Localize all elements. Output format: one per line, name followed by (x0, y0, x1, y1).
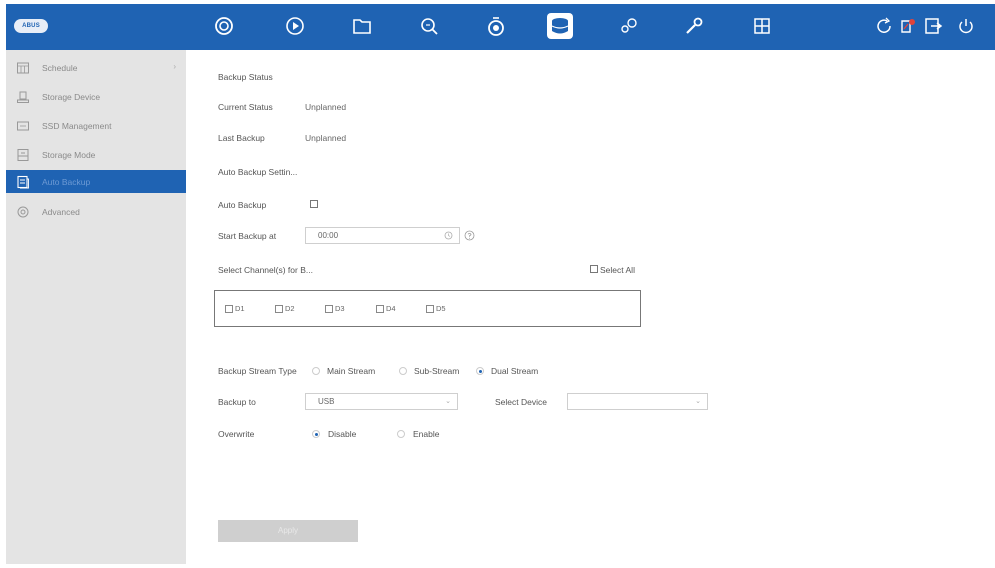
start-backup-label: Start Backup at (218, 231, 277, 241)
select-all-label: Select All (600, 265, 635, 275)
start-backup-time-value: 00:00 (318, 231, 339, 240)
file-icon[interactable] (350, 14, 374, 38)
channel-label: D3 (335, 304, 345, 313)
storage-mode-icon (16, 148, 30, 162)
auto-backup-settings-heading: Auto Backup Settin... (218, 167, 298, 177)
sidebar-item-label: Advanced (42, 206, 80, 217)
sidebar-item-label: Storage Mode (42, 149, 96, 160)
search-icon[interactable] (417, 14, 441, 38)
auto-backup-label: Auto Backup (218, 200, 267, 210)
playback-icon[interactable] (283, 14, 307, 38)
sidebar: Schedule › Storage Device SSD Management… (6, 50, 186, 564)
overwrite-enable-label: Enable (413, 429, 440, 439)
camera-icon[interactable] (212, 14, 236, 38)
current-status-value: Unplanned (305, 102, 347, 112)
sidebar-item-advanced[interactable]: Advanced (6, 200, 186, 223)
dual-stream-label: Dual Stream (491, 366, 539, 376)
checkbox[interactable] (225, 304, 233, 313)
channel-label: D4 (386, 304, 396, 313)
auto-backup-checkbox[interactable] (310, 200, 318, 208)
radio-main-stream[interactable] (312, 367, 320, 375)
power-icon[interactable] (954, 14, 978, 38)
brand-logo: ABUS (14, 19, 48, 33)
radio-overwrite-disable[interactable] (312, 430, 320, 438)
radio-overwrite-enable[interactable] (397, 430, 405, 438)
current-status-label: Current Status (218, 102, 273, 112)
storage-icon[interactable] (547, 13, 573, 39)
sidebar-item-label: Storage Device (42, 91, 101, 102)
radio-dual-stream[interactable] (476, 367, 484, 375)
storage-device-icon (16, 90, 30, 104)
ssd-icon (16, 119, 30, 133)
backup-to-select[interactable]: USB ⌄ (305, 393, 458, 410)
select-all-checkbox[interactable] (590, 265, 598, 273)
sidebar-item-label: SSD Management (42, 120, 112, 131)
backup-status-heading: Backup Status (218, 72, 273, 82)
channel-label: D1 (235, 304, 245, 313)
channel-checkbox-d4[interactable]: D4 (376, 304, 396, 313)
start-backup-time-input[interactable]: 00:00 (305, 227, 460, 244)
backup-to-value: USB (318, 397, 335, 406)
help-icon[interactable] (464, 230, 475, 241)
alarm-icon[interactable] (484, 14, 508, 38)
logout-icon[interactable] (921, 14, 945, 38)
sidebar-item-schedule[interactable]: Schedule › (6, 56, 186, 79)
channel-checkbox-d1[interactable]: D1 (225, 304, 245, 313)
backup-icon (16, 175, 30, 189)
chevron-right-icon: › (173, 62, 176, 71)
sidebar-item-storage-mode[interactable]: Storage Mode (6, 143, 186, 166)
main-stream-label: Main Stream (327, 366, 376, 376)
checkbox[interactable] (376, 304, 384, 313)
calendar-icon (16, 61, 30, 75)
apply-button[interactable]: Apply (218, 520, 358, 542)
checkbox[interactable] (426, 304, 434, 313)
maintenance-icon[interactable] (682, 14, 706, 38)
sidebar-item-label: Auto Backup (42, 176, 91, 187)
refresh-icon[interactable] (872, 14, 896, 38)
channel-label: D5 (436, 304, 446, 313)
channel-label: D2 (285, 304, 295, 313)
advanced-icon (16, 205, 30, 219)
overwrite-label: Overwrite (218, 429, 255, 439)
select-channels-label: Select Channel(s) for B... (218, 265, 313, 275)
sidebar-item-auto-backup[interactable]: Auto Backup (6, 170, 186, 193)
select-device-label: Select Device (495, 397, 547, 407)
top-navigation-bar: ABUS (6, 4, 995, 50)
sub-stream-label: Sub-Stream (414, 366, 460, 376)
channel-checkbox-d2[interactable]: D2 (275, 304, 295, 313)
chevron-down-icon: ⌄ (695, 398, 701, 405)
clock-icon[interactable] (444, 228, 453, 246)
auto-backup-panel: Backup Status Current Status Unplanned L… (186, 50, 995, 564)
stream-type-label: Backup Stream Type (218, 366, 297, 376)
checkbox[interactable] (325, 304, 333, 313)
layout-icon[interactable] (750, 14, 774, 38)
last-backup-label: Last Backup (218, 133, 265, 143)
channel-selection-box: D1 D2 D3 D4 D5 (214, 290, 641, 327)
radio-sub-stream[interactable] (399, 367, 407, 375)
chevron-down-icon: ⌄ (445, 398, 451, 405)
channel-checkbox-d3[interactable]: D3 (325, 304, 345, 313)
channel-checkbox-d5[interactable]: D5 (426, 304, 446, 313)
backup-to-label: Backup to (218, 397, 256, 407)
select-device-select[interactable]: ⌄ (567, 393, 708, 410)
record-icon[interactable] (896, 14, 920, 38)
overwrite-disable-label: Disable (328, 429, 357, 439)
system-icon[interactable] (617, 14, 641, 38)
sidebar-item-label: Schedule (42, 62, 78, 73)
last-backup-value: Unplanned (305, 133, 347, 143)
checkbox[interactable] (275, 304, 283, 313)
sidebar-item-storage-device[interactable]: Storage Device (6, 85, 186, 108)
sidebar-item-ssd-management[interactable]: SSD Management (6, 114, 186, 137)
app-window: ABUS Schedule › Storage Device SSD Manag… (6, 4, 995, 564)
